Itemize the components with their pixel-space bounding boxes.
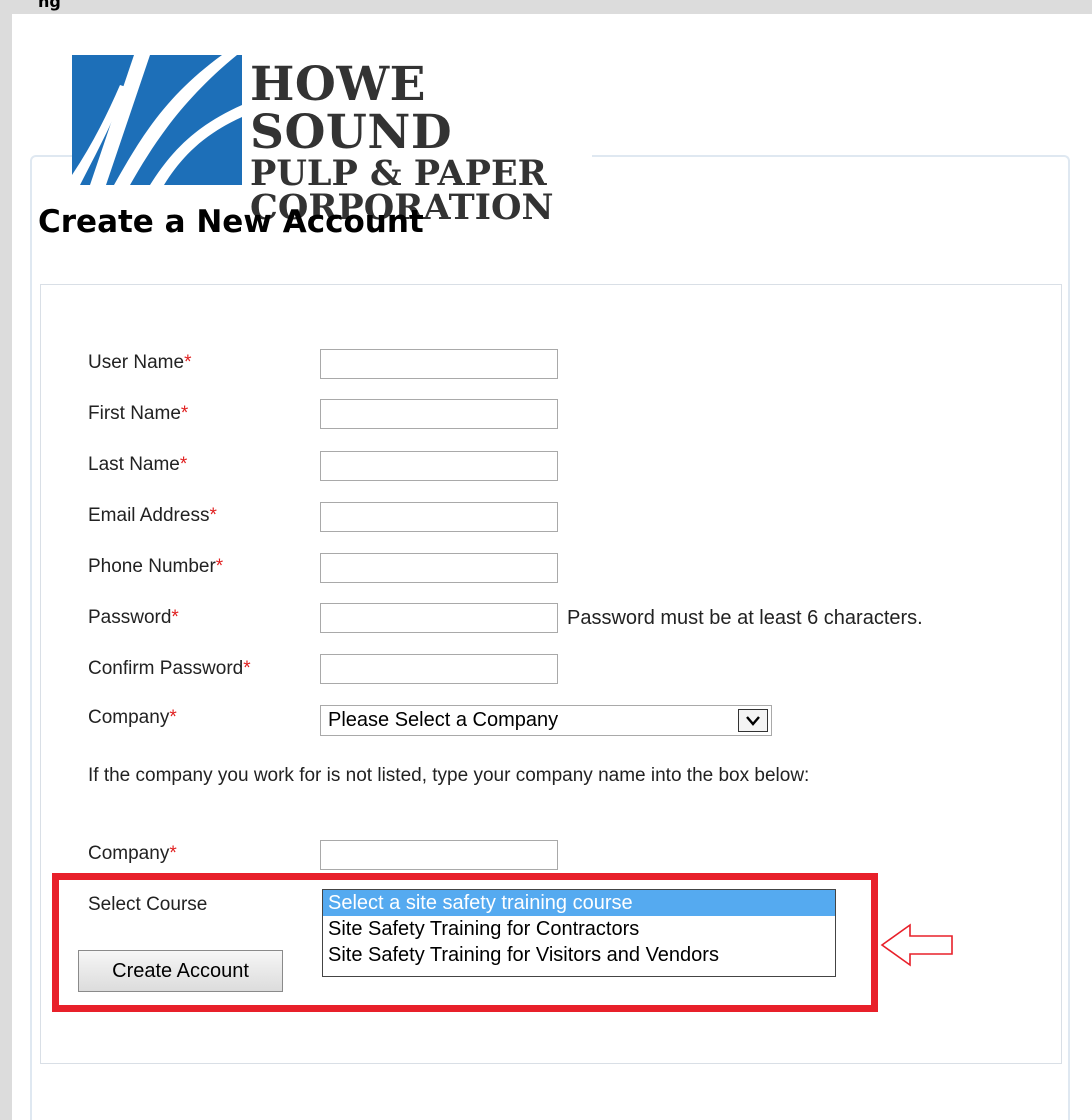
- required-marker: *: [209, 505, 217, 526]
- confirm-password-label: Confirm Password*: [88, 658, 251, 679]
- last-name-label: Last Name*: [88, 454, 188, 475]
- email-address-label: Email Address*: [88, 505, 217, 526]
- required-marker: *: [169, 843, 177, 864]
- last-name-input[interactable]: [320, 451, 558, 481]
- arrow-left-icon: [880, 923, 953, 967]
- user-name-input[interactable]: [320, 349, 558, 379]
- first-name-label: First Name*: [88, 403, 189, 424]
- logo-mark-icon: [72, 55, 242, 185]
- top-title: ng: [38, 0, 61, 11]
- logo-wordmark: HOWE SOUND PULP & PAPER CORPORATION: [250, 57, 592, 226]
- first-name-input[interactable]: [320, 399, 558, 429]
- user-name-label: User Name*: [88, 352, 192, 373]
- chevron-down-icon[interactable]: [738, 709, 768, 732]
- required-marker: *: [171, 607, 179, 628]
- company-text-label: Company*: [88, 843, 177, 864]
- required-marker: *: [184, 352, 192, 373]
- company-select[interactable]: Please Select a Company: [320, 705, 772, 736]
- create-account-button[interactable]: Create Account: [78, 950, 283, 992]
- phone-number-label: Phone Number*: [88, 556, 224, 577]
- confirm-password-input[interactable]: [320, 654, 558, 684]
- course-option[interactable]: Select a site safety training course: [323, 890, 835, 916]
- password-hint: Password must be at least 6 characters.: [567, 607, 923, 629]
- logo-line-1: HOWE SOUND: [250, 57, 453, 160]
- password-input[interactable]: [320, 603, 558, 633]
- phone-number-input[interactable]: [320, 553, 558, 583]
- required-marker: *: [169, 707, 177, 728]
- select-course-label: Select Course: [88, 894, 208, 915]
- company-note: If the company you work for is not liste…: [88, 765, 810, 786]
- password-label: Password*: [88, 607, 179, 628]
- course-option[interactable]: Site Safety Training for Contractors: [323, 916, 835, 942]
- course-listbox[interactable]: Select a site safety training course Sit…: [322, 889, 836, 977]
- logo-line-2: PULP & PAPER: [250, 153, 547, 194]
- page-title: Create a New Account: [38, 204, 424, 240]
- company-label: Company*: [88, 707, 177, 728]
- email-address-input[interactable]: [320, 502, 558, 532]
- course-option[interactable]: Site Safety Training for Visitors and Ve…: [323, 942, 835, 968]
- required-marker: *: [180, 403, 189, 424]
- company-logo: HOWE SOUND PULP & PAPER CORPORATION: [72, 55, 592, 225]
- company-text-input[interactable]: [320, 840, 558, 870]
- company-select-value: Please Select a Company: [328, 709, 559, 731]
- top-bar: ng: [0, 0, 1092, 14]
- required-marker: *: [243, 658, 251, 679]
- required-marker: *: [179, 454, 188, 475]
- required-marker: *: [215, 556, 224, 577]
